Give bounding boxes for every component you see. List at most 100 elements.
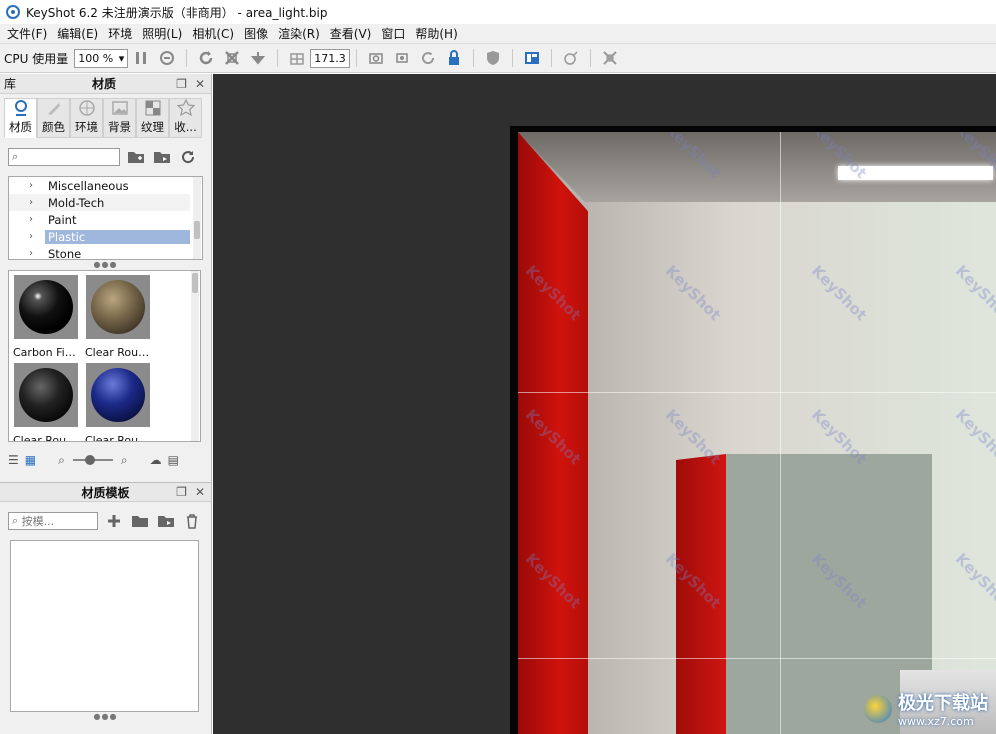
pause-icon[interactable]	[132, 49, 150, 67]
tree-item-stone[interactable]: › Stone	[9, 245, 190, 260]
tree-item-mold-tech[interactable]: › Mold-Tech	[9, 194, 190, 211]
refresh-icon[interactable]	[419, 49, 437, 67]
chevron-right-icon: ›	[29, 180, 33, 191]
chevron-down-icon: ▾	[118, 51, 125, 65]
import-folder-icon[interactable]: ▤	[168, 453, 179, 467]
site-watermark: 极光下载站 www.xz7.com	[864, 689, 988, 728]
thumbnail-clear-rough-3[interactable]: Clear Roug...	[83, 363, 153, 441]
menu-lighting[interactable]: 照明(L)	[137, 25, 187, 42]
star-icon	[176, 99, 195, 117]
lock-icon[interactable]	[445, 49, 463, 67]
keyshotxr-icon[interactable]	[601, 49, 619, 67]
splitter-handle[interactable]: ●●●	[0, 260, 211, 270]
zoom-out-icon[interactable]: ⌕	[58, 453, 65, 468]
keyshot-watermark: KeyShot	[951, 261, 996, 325]
chevron-right-icon: ›	[29, 248, 33, 259]
search-icon: ⌕	[12, 514, 22, 527]
presentation-mode-icon[interactable]	[523, 49, 541, 67]
tab-background[interactable]: 背景	[103, 98, 136, 138]
menu-camera[interactable]: 相机(C)	[187, 25, 239, 42]
tab-texture[interactable]: 纹理	[136, 98, 169, 138]
perspective-icon[interactable]	[288, 49, 306, 67]
guide-line	[518, 392, 996, 393]
guide-line	[518, 658, 996, 659]
tab-favorites[interactable]: 收...	[169, 98, 202, 138]
menu-window[interactable]: 窗口	[376, 25, 410, 42]
splitter-handle[interactable]: ●●●	[0, 712, 211, 722]
zoom-in-icon[interactable]: ⌕	[121, 453, 128, 468]
tab-environment[interactable]: 环境	[70, 98, 103, 138]
toolbar-separator	[551, 49, 553, 67]
site-logo-icon	[864, 694, 892, 723]
grid-view-icon[interactable]: ▦	[25, 453, 36, 467]
toolbar-separator	[356, 49, 358, 67]
keyshot-logo-icon	[6, 5, 20, 19]
thumbnail-clear-rough-2[interactable]: Clear Roug...	[11, 363, 81, 441]
refresh-icon[interactable]	[178, 148, 198, 166]
title-bar: KeyShot 6.2 未注册演示版（非商用） - area_light.bip	[0, 0, 996, 24]
material-preview	[86, 363, 150, 427]
drop-to-ground-icon[interactable]	[249, 49, 267, 67]
tree-scrollbar[interactable]	[193, 177, 201, 259]
background-icon	[111, 99, 129, 117]
keyshot-watermark: KeyShot	[951, 549, 996, 613]
render-viewport[interactable]: KeyShot KeyShot KeyShot KeyShot KeyShot …	[213, 74, 996, 734]
menu-edit[interactable]: 编辑(E)	[52, 25, 103, 42]
material-preview	[14, 363, 78, 427]
thumbnail-size-slider[interactable]	[72, 455, 113, 465]
camera-arrows-icon[interactable]	[393, 49, 411, 67]
import-folder-icon[interactable]	[152, 148, 172, 166]
tab-color[interactable]: 颜色	[37, 98, 70, 138]
thumbnail-scrollbar[interactable]	[191, 271, 199, 441]
thumbnail-clear-rough-1[interactable]: Clear Roug...	[83, 275, 153, 359]
library-search-input[interactable]: ⌕	[8, 148, 120, 166]
toolbar: CPU 使用量 100 % ▾ 171.3	[0, 44, 996, 73]
trash-icon[interactable]	[182, 512, 202, 530]
list-view-icon[interactable]: ☰	[8, 453, 19, 467]
add-icon[interactable]	[104, 512, 124, 530]
cpu-usage-select[interactable]: 100 % ▾	[74, 48, 129, 68]
toolbar-separator	[590, 49, 592, 67]
color-icon	[45, 99, 63, 117]
material-template-title: 材质模板	[81, 485, 130, 500]
texture-icon	[144, 99, 162, 117]
library-panel: 库 材质 ❐ ✕ 材质 颜色 环境 背景 纹理 收... ⌕ › Miscellan…	[0, 74, 212, 734]
field-of-view-input[interactable]: 171.3	[310, 48, 351, 68]
fit-view-icon[interactable]	[223, 49, 241, 67]
performance-mode-icon[interactable]	[158, 49, 176, 67]
toolbar-separator	[186, 49, 188, 67]
close-icon[interactable]: ✕	[195, 485, 205, 499]
undock-icon[interactable]: ❐	[176, 77, 187, 91]
menu-render[interactable]: 渲染(R)	[273, 25, 325, 42]
menu-file[interactable]: 文件(F)	[2, 25, 52, 42]
tree-item-plastic[interactable]: › Plastic	[9, 228, 190, 245]
tab-material[interactable]: 材质	[4, 98, 37, 138]
upload-cloud-icon[interactable]: ☁	[150, 453, 162, 467]
menu-image[interactable]: 图像	[239, 25, 273, 42]
chevron-right-icon: ›	[29, 197, 33, 208]
close-icon[interactable]: ✕	[195, 77, 205, 91]
search-icon: ⌕	[12, 150, 19, 163]
keyshot-watermark: KeyShot	[661, 261, 725, 325]
import-folder-icon[interactable]	[130, 512, 150, 530]
menu-view[interactable]: 查看(V)	[325, 25, 377, 42]
material-template-list[interactable]	[10, 540, 199, 712]
render-icon[interactable]	[562, 49, 580, 67]
library-section-title: 材质	[92, 77, 117, 91]
undock-icon[interactable]: ❐	[176, 485, 187, 499]
add-folder-icon[interactable]	[126, 148, 146, 166]
export-folder-icon[interactable]	[156, 512, 176, 530]
reset-icon[interactable]	[197, 49, 215, 67]
template-search-input[interactable]: ⌕ 按模...	[8, 512, 98, 530]
rendered-scene: KeyShot KeyShot KeyShot KeyShot KeyShot …	[518, 132, 996, 734]
thumbnail-carbon-fiber[interactable]: Carbon Fib...	[11, 275, 81, 359]
tree-item-paint[interactable]: › Paint	[9, 211, 190, 228]
material-folder-tree: › Miscellaneous › Mold-Tech › Paint › Plasti…	[8, 176, 203, 260]
shield-icon[interactable]	[484, 49, 502, 67]
menu-help[interactable]: 帮助(H)	[410, 25, 462, 42]
chevron-right-icon: ›	[29, 231, 33, 242]
menu-environment[interactable]: 环境	[103, 25, 137, 42]
tree-item-miscellaneous[interactable]: › Miscellaneous	[9, 177, 190, 194]
screenshot-icon[interactable]	[367, 49, 385, 67]
library-title: 库	[4, 77, 17, 91]
